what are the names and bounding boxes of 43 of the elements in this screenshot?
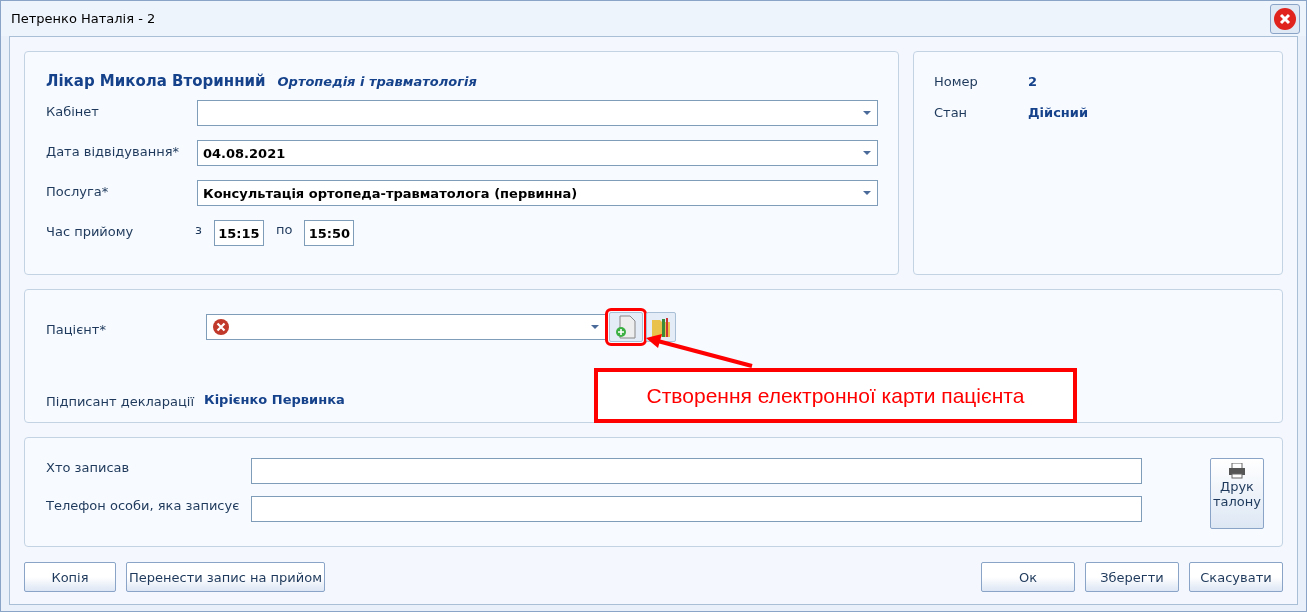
caret-icon (591, 325, 599, 329)
dropdown-field[interactable]: 04.08.2021 (197, 140, 878, 166)
field-label: Дата відвідування* (46, 143, 180, 159)
print-button[interactable]: Друк талону (1210, 458, 1264, 529)
callout-note: Створення електронної карти пацієнта (594, 368, 1077, 423)
document-plus-icon (615, 315, 637, 339)
dropdown-field[interactable] (197, 100, 878, 126)
to-label: по (275, 221, 293, 237)
caret-icon (863, 111, 871, 115)
printer-icon (1228, 463, 1246, 479)
field-label: Пацієнт* (46, 320, 107, 337)
field-label: Кабінет (46, 103, 100, 119)
from-label: з (195, 221, 202, 237)
folder-button[interactable] (646, 312, 676, 342)
footer-button[interactable]: Перенести запис на прийом (126, 562, 325, 592)
doctor-specialty: Ортопедія і травматологія (277, 74, 477, 89)
field-label: Послуга* (46, 183, 110, 199)
time-field[interactable]: 15:50 (304, 220, 355, 246)
close-icon (1273, 6, 1297, 31)
dropdown-field[interactable]: Консультація ортопеда-травматолога (первинна) (197, 180, 878, 206)
info-label: Стан (934, 105, 969, 120)
folder-icon (650, 315, 672, 339)
time-field[interactable]: 15:15 (213, 220, 264, 246)
footer-button[interactable]: Ок (981, 562, 1075, 592)
info-label: Номер (934, 74, 979, 89)
input-field[interactable] (251, 458, 1142, 484)
signatory-name: Кірієнко Первинка (204, 392, 345, 407)
info-value: 2 (1028, 74, 1039, 89)
field-label: Підписант декларації (46, 393, 196, 409)
input-field[interactable] (251, 496, 1142, 522)
footer-button[interactable]: Скасувати (1189, 562, 1283, 592)
close-button[interactable] (1270, 3, 1300, 34)
footer-button[interactable]: Копія (24, 562, 116, 592)
info-value: Дійсний (1028, 105, 1090, 120)
field-label: Телефон особи, яка записує (46, 497, 241, 513)
caret-icon (863, 151, 871, 155)
footer-button[interactable]: Зберегти (1085, 562, 1179, 592)
patient-dropdown[interactable] (206, 314, 606, 340)
window-title: Петренко Наталія - 2 (11, 11, 156, 26)
caret-icon (863, 191, 871, 195)
doctor-name: Лікар Микола Вторинний (46, 72, 266, 90)
field-label: Хто записав (46, 459, 131, 475)
field-label: Час прийому (46, 223, 135, 239)
